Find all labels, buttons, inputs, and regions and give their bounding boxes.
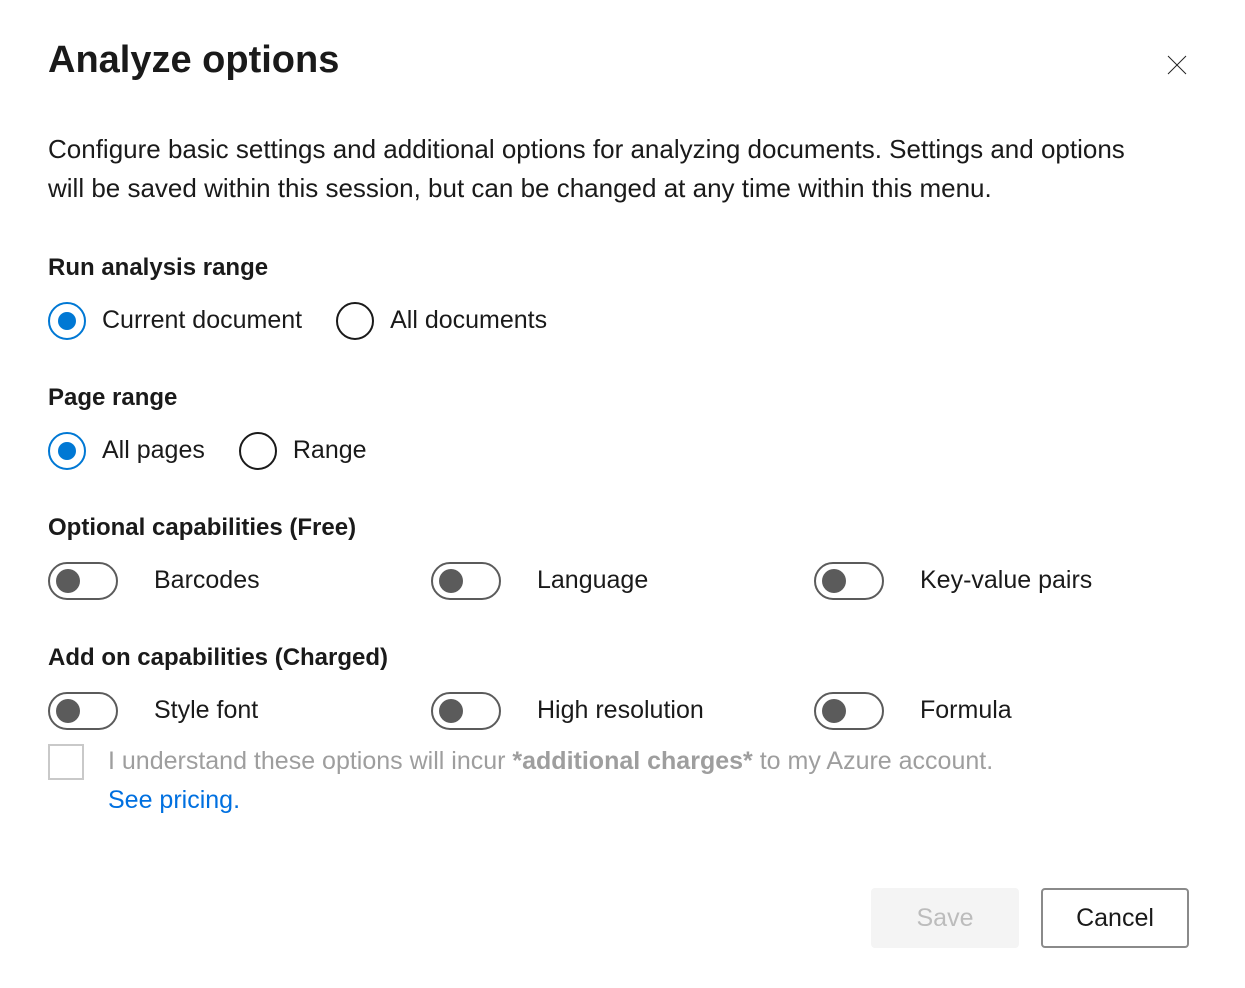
toggle-style-font[interactable] [48, 692, 118, 730]
consent-checkbox[interactable] [48, 744, 84, 780]
dialog-description: Configure basic settings and additional … [48, 130, 1148, 208]
toggle-barcodes[interactable] [48, 562, 118, 600]
optional-caps-label: Optional capabilities (Free) [48, 514, 1197, 542]
toggle-label-barcodes: Barcodes [154, 566, 260, 595]
close-icon [1165, 53, 1189, 80]
toggle-high-resolution[interactable] [431, 692, 501, 730]
radio-range[interactable] [239, 432, 277, 470]
consent-bold: *additional charges* [512, 747, 752, 775]
addon-caps-label: Add on capabilities (Charged) [48, 644, 1197, 672]
pricing-link[interactable]: See pricing. [108, 786, 240, 814]
consent-row: I understand these options will incur *a… [48, 742, 1197, 820]
toggle-label-high-resolution: High resolution [537, 696, 704, 725]
consent-prefix: I understand these options will incur [108, 747, 512, 775]
toggle-formula[interactable] [814, 692, 884, 730]
toggle-label-style-font: Style font [154, 696, 258, 725]
save-button[interactable]: Save [871, 888, 1019, 948]
radio-label-all-pages: All pages [102, 436, 205, 465]
addon-caps-group: Style font High resolution Formula [48, 692, 1197, 730]
analysis-range-group: Current document All documents [48, 302, 1197, 340]
page-range-group: All pages Range [48, 432, 1197, 470]
analysis-range-label: Run analysis range [48, 254, 1197, 282]
radio-current-document[interactable] [48, 302, 86, 340]
dialog-footer: Save Cancel [871, 888, 1189, 948]
radio-label-current-document: Current document [102, 306, 302, 335]
radio-label-all-documents: All documents [390, 306, 547, 335]
consent-text: I understand these options will incur *a… [108, 742, 993, 820]
radio-label-range: Range [293, 436, 367, 465]
radio-all-pages[interactable] [48, 432, 86, 470]
radio-all-documents[interactable] [336, 302, 374, 340]
close-button[interactable] [1157, 46, 1197, 86]
toggle-label-formula: Formula [920, 696, 1012, 725]
toggle-key-value-pairs[interactable] [814, 562, 884, 600]
optional-caps-group: Barcodes Language Key-value pairs [48, 562, 1197, 600]
dialog-title: Analyze options [48, 40, 339, 82]
consent-suffix: to my Azure account. [753, 747, 993, 775]
cancel-button[interactable]: Cancel [1041, 888, 1189, 948]
toggle-language[interactable] [431, 562, 501, 600]
toggle-label-language: Language [537, 566, 648, 595]
page-range-label: Page range [48, 384, 1197, 412]
toggle-label-key-value-pairs: Key-value pairs [920, 566, 1092, 595]
